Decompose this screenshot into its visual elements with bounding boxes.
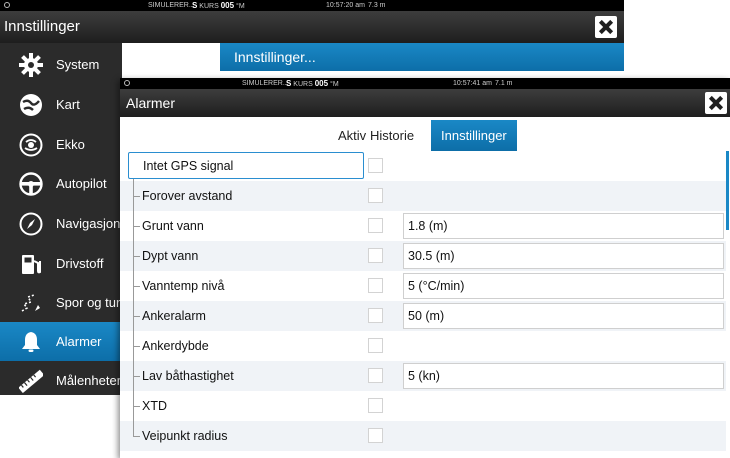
alarm-settings-list: Intet GPS signal Forover avstand Grunt van… [120,151,726,458]
tree-tick [133,406,140,407]
steering-wheel-icon [19,172,43,196]
alarm-enable-checkbox[interactable] [368,368,383,383]
sidebar-item-label: Drivstoff [56,256,104,271]
tree-tick [133,196,140,197]
alarm-row[interactable]: Dypt vann 30.5 (m) [120,241,726,271]
alarm-enable-checkbox[interactable] [368,188,383,203]
alarm-row[interactable]: Vanntemp nivå 5 (°C/min) [120,271,726,301]
sidebar-item-målenheter[interactable]: Målenheter [0,361,122,400]
sidebar-item-alarmer[interactable]: Alarmer [0,322,122,361]
alarm-enable-checkbox[interactable] [368,398,383,413]
sidebar-item-label: Ekko [56,137,85,152]
alarm-name: Grunt vann [142,219,204,233]
alarm-threshold-field[interactable]: 5 (°C/min) [403,273,724,299]
status-bar: SIMULERER... S KURS 005 °M 10:57:41 am 7… [120,78,730,89]
trail-icon [19,291,43,315]
alarm-enable-checkbox[interactable] [368,158,383,173]
alarm-name: Ankerdybde [142,339,209,353]
sidebar-item-drivstoff[interactable]: Drivstoff [0,244,122,283]
alarm-name: Forover avstand [142,189,233,203]
chart-icon [19,93,43,117]
sidebar-item-kart[interactable]: Kart [0,85,122,124]
alarm-enable-checkbox[interactable] [368,218,383,233]
sidebar-item-ekko[interactable]: Ekko [0,125,122,164]
alarm-name: Lav båthastighet [142,369,234,383]
submenu-title: Innstillinger... [234,49,316,65]
gear-icon [19,53,43,77]
sidebar-item-label: Navigasjon [56,216,121,231]
tree-tick [133,316,140,317]
fuel-pump-icon [19,252,43,276]
sidebar-item-system[interactable]: System [0,45,122,84]
alarms-window: SIMULERER... S KURS 005 °M 10:57:41 am 7… [120,78,730,458]
tab-innstillinger[interactable]: Innstillinger [431,120,517,151]
bell-icon [19,330,43,354]
depth-readout: 7.1 m [495,80,513,87]
tree-tick [133,286,140,287]
tree-tick [133,256,140,257]
alarm-name: XTD [142,399,167,413]
window-title: Innstillinger [4,18,80,35]
tree-line [133,421,134,436]
alarm-enable-checkbox[interactable] [368,428,383,443]
alarm-row[interactable]: Veipunkt radius [120,421,726,451]
submenu-header[interactable]: Innstillinger... [220,43,624,71]
window-title: Alarmer [126,95,176,111]
alarm-name: Dypt vann [142,249,199,263]
depth-readout: 7.3 m [368,2,386,9]
echo-icon [19,133,43,157]
alarm-row[interactable]: Intet GPS signal [120,151,726,181]
sidebar-item-navigasjon[interactable]: Navigasjon [0,204,122,243]
status-bar: SIMULERER... S KURS 005 °M 10:57:20 am 7… [0,0,624,11]
alarm-row[interactable]: XTD [120,391,726,421]
tab-bar: Aktiv Historie Innstillinger [120,117,730,151]
sidebar-item-label: Autopilot [56,176,107,191]
sidebar-item-label: Kart [56,97,80,112]
settings-sidebar: System Kart Ekko Autopilot Navigasjon Drivsto… [0,43,122,395]
scrollbar[interactable] [726,151,729,230]
alarm-enable-checkbox[interactable] [368,248,383,263]
alarm-name: Veipunkt radius [142,429,228,443]
tree-tick [133,436,140,437]
alarm-row[interactable]: Ankeralarm 50 (m) [120,301,726,331]
alarm-enable-checkbox[interactable] [368,308,383,323]
tab-aktiv[interactable]: Aktiv [334,120,370,151]
sidebar-item-label: System [56,57,100,72]
sidebar-item-label: Spor og turer [56,295,122,310]
clock-label: 10:57:20 am [326,2,365,9]
alarm-threshold-field[interactable]: 30.5 (m) [403,243,724,269]
tree-tick [133,346,140,347]
close-button[interactable] [705,92,727,114]
sim-mode-label: SIMULERER... [242,80,289,87]
tree-tick [133,226,140,227]
alarm-enable-checkbox[interactable] [368,278,383,293]
sidebar-item-autopilot[interactable]: Autopilot [0,164,122,203]
alarms-title-bar: Alarmer [120,89,730,117]
ruler-icon [18,369,45,394]
alarm-row[interactable]: Grunt vann 1.8 (m) [120,211,726,241]
sidebar-item-spor-og-turer[interactable]: Spor og turer [0,283,122,322]
tab-historie[interactable]: Historie [366,120,418,151]
settings-title-bar: Innstillinger [0,11,624,43]
compass-icon [19,212,43,236]
sim-mode-label: SIMULERER... [148,2,195,9]
sidebar-item-label: Målenheter [56,373,122,388]
alarm-row[interactable]: Ankerdybde [120,331,726,361]
alarm-name: Vanntemp nivå [142,279,225,293]
alarm-row[interactable]: Forover avstand [120,181,726,211]
alarm-threshold-field[interactable]: 5 (kn) [403,363,724,389]
alarm-row[interactable]: Lav båthastighet 5 (kn) [120,361,726,391]
clock-label: 10:57:41 am [453,80,492,87]
alarm-name: Ankeralarm [142,309,206,323]
alarm-enable-checkbox[interactable] [368,338,383,353]
close-button[interactable] [595,16,617,38]
status-indicator-icon [4,2,10,9]
alarm-threshold-field[interactable]: 1.8 (m) [403,213,724,239]
status-indicator-icon [124,80,130,87]
alarm-threshold-field[interactable]: 50 (m) [403,303,724,329]
sidebar-item-label: Alarmer [56,334,102,349]
tree-tick [133,376,140,377]
alarm-name: Intet GPS signal [128,152,364,179]
